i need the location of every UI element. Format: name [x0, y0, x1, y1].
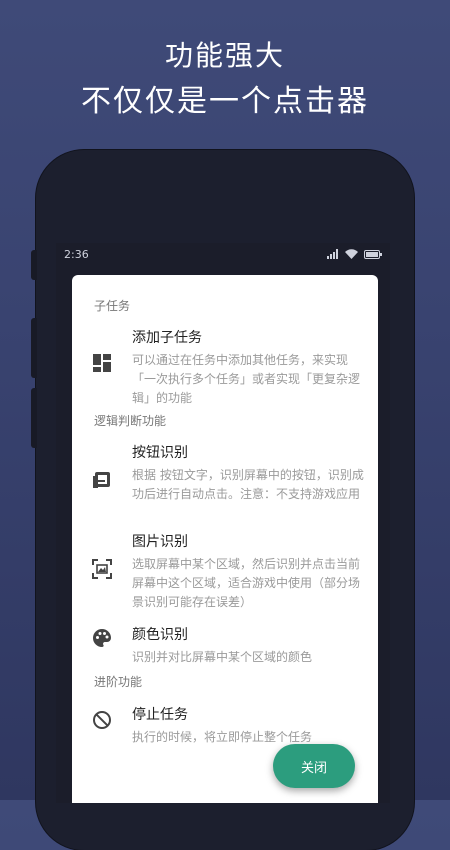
feature-title: 添加子任务 [132, 330, 202, 346]
image-scan-icon [92, 559, 112, 579]
headline-line2: 不仅仅是一个点击器 [81, 84, 369, 119]
dashboard-icon [93, 354, 111, 372]
feature-desc: 根据 按钮文字，识别屏幕中的按钮，识别成功后进行自动点击。注意：不支持游戏应用 [132, 468, 364, 501]
stop-icon [93, 711, 111, 729]
feature-desc: 识别并对比屏幕中某个区域的颜色 [132, 650, 313, 664]
wifi-icon [345, 249, 358, 259]
feature-desc: 可以通过在任务中添加其他任务，来实现「一次执行多个任务」或者实现「更复杂逻辑」的… [132, 353, 361, 405]
feature-dialog: 子任务 添加子任务 可以通过在任务中添加其他任务，来实现「一次执行多个任务」或者… [72, 275, 378, 803]
phone-volume-up-button [31, 318, 37, 378]
section-label-advanced: 进阶功能 [94, 675, 143, 689]
feature-title: 停止任务 [132, 707, 188, 723]
headline-line1: 功能强大 [164, 39, 285, 72]
battery-icon [364, 249, 382, 259]
status-bar: 2:36 [56, 243, 390, 267]
phone-screen: 2:36 子任务 添加子任务 可以通过在任务中添加其他任务，来实现「一次执行多个… [56, 243, 390, 803]
palette-icon [93, 629, 111, 647]
phone-side-button [31, 250, 37, 280]
status-time: 2:36 [64, 248, 89, 261]
phone-volume-down-button [31, 388, 37, 448]
section-label-logic: 逻辑判断功能 [94, 414, 167, 428]
feature-desc: 选取屏幕中某个区域，然后识别并点击当前屏幕中这个区域，适合游戏中使用（部分场景识… [132, 557, 361, 609]
feature-title: 图片识别 [132, 534, 188, 550]
feature-title: 按钮识别 [132, 445, 188, 461]
section-label-subtask: 子任务 [94, 299, 131, 313]
status-icons [327, 249, 382, 259]
close-button[interactable]: 关闭 [273, 744, 355, 788]
feature-title: 颜色识别 [132, 627, 188, 643]
signal-icon [327, 249, 338, 259]
button-icon [93, 472, 110, 488]
